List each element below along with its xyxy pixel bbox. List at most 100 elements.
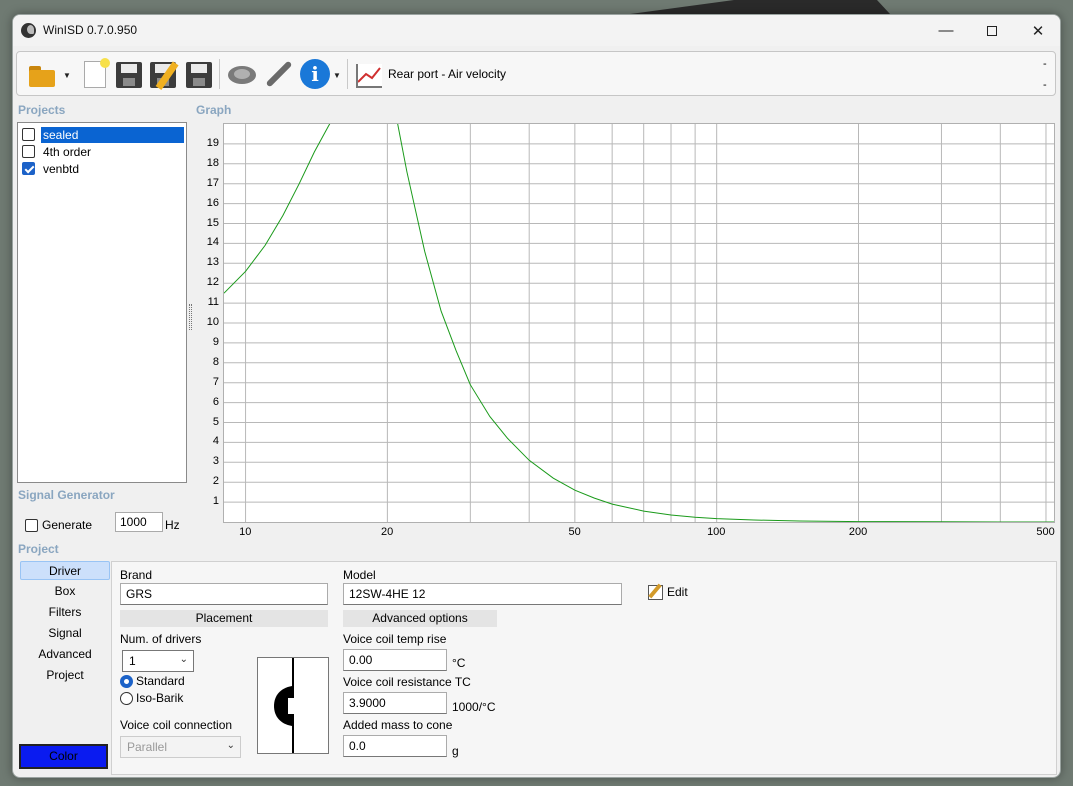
graph-select-button[interactable] [355, 58, 383, 90]
wrench-icon [265, 60, 293, 88]
num-drivers-value: 1 [129, 654, 136, 668]
vc-connection-label: Voice coil connection [120, 718, 233, 732]
speaker-icon-cone [234, 69, 250, 79]
maximize-button[interactable] [969, 15, 1015, 46]
added-mass-unit: g [452, 744, 459, 758]
vc-resistance-tc-field[interactable]: 3.9000 [343, 692, 447, 714]
frequency-unit: Hz [165, 518, 180, 532]
open-dropdown-arrow[interactable]: ▼ [63, 71, 71, 80]
toolbar-separator [347, 59, 348, 89]
radio-standard-label: Standard [136, 674, 185, 688]
save-as-button[interactable] [147, 58, 179, 91]
projects-list: sealed 4th order venbtd [17, 122, 187, 483]
speaker-placement-icon [274, 658, 294, 753]
project-checkbox[interactable] [22, 128, 35, 141]
edit-label: Edit [667, 585, 688, 599]
y-tick-label: 9 [212, 335, 219, 348]
info-dropdown-arrow[interactable]: ▼ [333, 71, 341, 80]
save-all-button[interactable] [183, 58, 215, 90]
project-checkbox[interactable] [22, 145, 35, 158]
generate-checkbox[interactable] [25, 518, 38, 532]
generate-checkbox-row[interactable]: Generate [25, 515, 92, 535]
y-tick-label: 18 [206, 156, 219, 169]
y-tick-label: 17 [206, 176, 219, 189]
advanced-options-heading: Advanced options [343, 610, 497, 627]
title-bar: WinISD 0.7.0.950 — ✕ [13, 15, 1060, 46]
y-tick-label: 3 [212, 455, 219, 468]
app-window: WinISD 0.7.0.950 — ✕ ▼ i ▼ Rear port - A… [12, 14, 1061, 778]
project-name[interactable]: sealed [40, 125, 185, 144]
nav-item-signal[interactable]: Signal [20, 624, 110, 643]
driver-editor-button[interactable] [226, 58, 258, 90]
graph-type-label[interactable]: Rear port - Air velocity [388, 67, 506, 81]
graph-plot-area[interactable] [223, 111, 1055, 523]
y-tick-label: 13 [206, 256, 219, 269]
new-project-button[interactable] [80, 58, 112, 90]
x-tick-label: 500 [1036, 526, 1055, 538]
brand-label: Brand [120, 568, 153, 582]
num-drivers-select[interactable]: 1 ⌄ [122, 650, 194, 672]
vc-temp-rise-field[interactable]: 0.00 [343, 649, 447, 671]
signal-generator-heading: Signal Generator [18, 488, 115, 502]
y-tick-label: 2 [212, 475, 219, 488]
chevron-down-icon: ⌄ [226, 740, 235, 751]
edit-driver-button[interactable]: Edit [647, 584, 688, 600]
y-tick-label: 1 [212, 495, 219, 508]
minimize-button[interactable]: — [923, 15, 969, 46]
placement-heading: Placement [120, 610, 328, 627]
project-item-venbtd[interactable]: venbtd [22, 160, 81, 177]
splitter-handle[interactable] [189, 304, 192, 330]
projects-heading: Projects [18, 103, 66, 117]
project-name[interactable]: venbtd [41, 161, 81, 177]
background-window-edge [630, 0, 890, 14]
brand-field[interactable]: GRS [120, 583, 328, 605]
radio-isobarik-dot[interactable] [120, 691, 133, 705]
window-title: WinISD 0.7.0.950 [43, 23, 138, 37]
radio-isobarik[interactable]: Iso-Barik [120, 691, 183, 705]
save-all-icon [186, 62, 212, 88]
vc-temp-rise-unit: °C [452, 656, 466, 670]
save-icon [116, 62, 142, 88]
nav-item-driver[interactable]: Driver [20, 561, 110, 580]
nav-item-advanced[interactable]: Advanced [20, 645, 110, 664]
y-tick-label: 8 [212, 355, 219, 368]
project-nav: Driver Box Filters Signal Advanced Proje… [17, 561, 112, 771]
project-item-4th-order[interactable]: 4th order [22, 143, 93, 160]
toolbar-separator [219, 59, 220, 89]
radio-standard[interactable]: Standard [120, 674, 185, 688]
y-tick-label: 16 [206, 196, 219, 209]
new-sparkle-icon [100, 58, 110, 68]
model-field[interactable]: 12SW-4HE 12 [343, 583, 622, 605]
num-drivers-label: Num. of drivers [120, 632, 202, 646]
vc-resistance-tc-label: Voice coil resistance TC [343, 675, 471, 689]
project-name[interactable]: 4th order [41, 144, 93, 160]
y-tick-label: 12 [206, 276, 219, 289]
folder-icon-body [29, 70, 55, 87]
frequency-input[interactable]: 1000 [115, 512, 163, 532]
added-mass-field[interactable]: 0.0 [343, 735, 447, 757]
y-tick-label: 14 [206, 236, 219, 249]
info-button[interactable]: i [299, 58, 331, 90]
radio-isobarik-label: Iso-Barik [136, 691, 184, 705]
radio-standard-dot[interactable] [120, 674, 133, 688]
y-tick-label: 7 [212, 375, 219, 388]
save-button[interactable] [113, 58, 145, 90]
graph-curve-icon [358, 67, 381, 83]
nav-item-filters[interactable]: Filters [20, 603, 110, 622]
color-button[interactable]: Color [19, 744, 108, 769]
close-button[interactable]: ✕ [1015, 15, 1060, 46]
graph-heading: Graph [196, 103, 232, 117]
nav-item-project[interactable]: Project [20, 666, 110, 685]
x-tick-label: 20 [380, 526, 394, 538]
air-velocity-chart [223, 111, 1054, 523]
project-item-sealed[interactable]: sealed [22, 125, 185, 144]
tools-button[interactable] [263, 58, 295, 90]
vc-connection-select[interactable]: Parallel ⌄ [120, 736, 241, 758]
status-dash-top: - [1043, 58, 1047, 70]
project-checkbox[interactable] [22, 162, 35, 175]
y-tick-label: 11 [207, 296, 219, 309]
nav-item-box[interactable]: Box [20, 582, 110, 601]
chevron-down-icon: ⌄ [179, 654, 188, 665]
toolbar: ▼ i ▼ Rear port - Air velocity - - [16, 51, 1056, 96]
open-project-button[interactable] [27, 58, 59, 90]
